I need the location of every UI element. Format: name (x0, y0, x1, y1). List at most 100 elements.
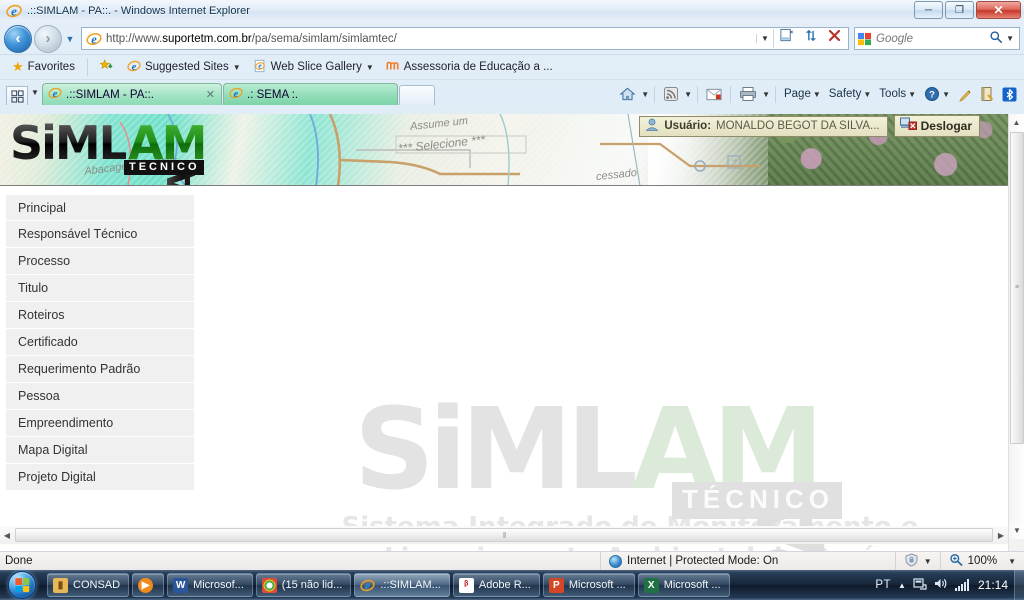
action-center-icon[interactable] (913, 577, 927, 594)
taskbar-item-consad[interactable]: ▮ CONSAD (47, 573, 130, 597)
tab-sema[interactable]: e .: SEMA :. (223, 83, 398, 105)
taskbar-item-adobe-reader[interactable]: ᵝ Adobe R... (452, 573, 540, 597)
taskbar-item-label: (15 não lid... (281, 579, 343, 591)
feeds-button[interactable] (660, 85, 682, 103)
sidebar-item-mapa-digital[interactable]: Mapa Digital (6, 437, 194, 464)
onenote-button[interactable] (955, 85, 975, 103)
search-box[interactable]: Google ▼ (854, 27, 1020, 50)
add-to-favorites-bar-button[interactable] (96, 58, 119, 77)
scroll-left-button[interactable]: ◀ (0, 531, 14, 540)
protected-mode-button[interactable]: ▼ (894, 551, 940, 571)
read-mail-button[interactable] (703, 87, 725, 102)
page-menu-label: Page (783, 88, 811, 100)
divider (730, 85, 732, 103)
taskbar-item-word[interactable]: W Microsof... (167, 573, 253, 597)
horizontal-scrollbar[interactable]: ◀ ‖ ▶ (0, 526, 1008, 544)
taskbar-item-simlam[interactable]: e .::SIMLAM... (354, 573, 450, 597)
stop-button[interactable] (822, 28, 846, 49)
minimize-button[interactable]: ─ (914, 1, 943, 19)
show-desktop-button[interactable] (1014, 570, 1024, 600)
add-favorite-icon (99, 58, 115, 76)
tab-simlam[interactable]: e .::SIMLAM - PA::. ✕ (42, 83, 222, 105)
volume-icon[interactable] (934, 577, 948, 593)
vertical-scroll-thumb[interactable]: ≡ (1010, 132, 1024, 444)
favorite-web-slice-gallery[interactable]: e Web Slice Gallery ▼ (249, 58, 378, 77)
favorite-suggested-sites[interactable]: e Suggested Sites ▼ (123, 58, 245, 77)
forward-button[interactable]: › (34, 24, 62, 53)
home-dropdown-button[interactable]: ▼ (641, 90, 649, 99)
sidebar-item-empreendimento[interactable]: Empreendimento (6, 410, 194, 437)
logout-button[interactable]: Deslogar (893, 115, 980, 137)
home-button[interactable] (616, 85, 639, 103)
refresh-button[interactable] (798, 28, 822, 49)
search-input[interactable]: Google (872, 33, 989, 45)
search-submit-icon[interactable] (989, 30, 1003, 47)
compatibility-view-button[interactable] (774, 28, 798, 49)
print-button[interactable] (736, 85, 760, 103)
address-dropdown-button[interactable]: ▼ (756, 34, 773, 43)
sidebar-item-certificado[interactable]: Certificado (6, 329, 194, 356)
favorite-assessoria-educacao[interactable]: Assessoria de Educação a ... (382, 58, 557, 77)
star-icon: ★ (12, 59, 24, 74)
tab-list-dropdown-button[interactable]: ▼ (28, 88, 42, 97)
help-button[interactable]: ? ▼ (921, 85, 953, 103)
chrome-icon (261, 577, 277, 593)
window-controls: ─ ❐ ✕ (914, 1, 1021, 19)
back-button[interactable]: ‹ (4, 24, 32, 53)
sidebar-item-roteiros[interactable]: Roteiros (6, 302, 194, 329)
sidebar-item-titulo[interactable]: Titulo (6, 275, 194, 302)
user-bar: Usuário: MONALDO BEGOT DA SILVA... Deslo… (639, 115, 980, 137)
restore-button[interactable]: ❐ (945, 1, 974, 19)
new-tab-button[interactable] (399, 85, 435, 105)
bluetooth-button[interactable] (999, 86, 1020, 103)
sidebar-item-principal[interactable]: Principal (6, 194, 194, 221)
refresh-icon (805, 29, 816, 42)
tools-menu-button[interactable]: Tools ▼ (876, 87, 919, 101)
favorites-button[interactable]: ★ Favorites (8, 58, 79, 76)
sidebar-item-requerimento-padrao[interactable]: Requerimento Padrão (6, 356, 194, 383)
tab-close-button[interactable]: ✕ (206, 88, 215, 101)
feeds-dropdown-button[interactable]: ▼ (684, 90, 692, 99)
network-signal-icon[interactable] (954, 579, 969, 591)
security-zone[interactable]: Internet | Protected Mode: On (600, 551, 786, 571)
taskbar-item-media-player[interactable]: ▶ (132, 573, 165, 597)
clock[interactable]: 21:14 (976, 578, 1008, 592)
scroll-up-button[interactable]: ▲ (1009, 114, 1024, 131)
sidebar-item-label: Pessoa (18, 389, 60, 403)
quick-tabs-button[interactable] (6, 86, 28, 105)
address-bar[interactable]: e http://www.suportetm.com.br/pa/sema/si… (81, 27, 849, 50)
horizontal-scroll-thumb[interactable]: ‖ (15, 528, 993, 542)
navigation-bar: ‹ › ▼ e http://www.suportetm.com.br/pa/s… (0, 22, 1024, 54)
close-button[interactable]: ✕ (976, 1, 1021, 19)
watermark-state-text: PA (739, 492, 846, 557)
sidebar-item-responsavel-tecnico[interactable]: Responsável Técnico (6, 221, 194, 248)
taskbar-item-chrome[interactable]: (15 não lid... (255, 573, 352, 597)
page-viewport: ? Abacagem de itens Assume um *** Seleci… (0, 114, 1024, 557)
page-menu-button[interactable]: Page ▼ (781, 87, 824, 101)
sidebar-item-pessoa[interactable]: Pessoa (6, 383, 194, 410)
vertical-scrollbar[interactable]: ▲ ≡ ▼ (1008, 114, 1024, 557)
start-button[interactable] (0, 570, 44, 600)
taskbar-item-powerpoint[interactable]: P Microsoft ... (542, 573, 635, 597)
search-dropdown-button[interactable]: ▼ (1003, 34, 1017, 43)
chevron-up-icon: ▲ (898, 580, 906, 590)
command-bar: ▼ ▼ ▼ Page ▼ Safety ▼ Tools ▼ ? ▼ (616, 85, 1020, 103)
sidebar-item-processo[interactable]: Processo (6, 248, 194, 275)
language-indicator[interactable]: PT (875, 579, 891, 591)
page-body: SiMLAM PA TÉCNICO Sistema Integrado de M… (0, 186, 1024, 557)
zoom-control[interactable]: 100% ▼ (939, 551, 1024, 571)
simlam-logo: SiMLAM PA TECNICO (6, 116, 256, 185)
favorite-label: Suggested Sites (144, 61, 229, 73)
taskbar-item-excel[interactable]: X Microsoft ... (637, 573, 730, 597)
scroll-down-button[interactable]: ▼ (1009, 522, 1024, 539)
show-hidden-icons-button[interactable]: ▲ (898, 581, 906, 590)
scroll-right-button[interactable]: ▶ (994, 531, 1008, 540)
print-dropdown-button[interactable]: ▼ (762, 90, 770, 99)
sidebar-item-projeto-digital[interactable]: Projeto Digital (6, 464, 194, 491)
chevron-down-icon: ▼ (232, 62, 241, 72)
recent-pages-button[interactable]: ▼ (62, 34, 78, 44)
safety-menu-button[interactable]: Safety ▼ (826, 87, 875, 101)
security-zone-label: Internet | Protected Mode: On (627, 555, 779, 567)
research-button[interactable] (977, 85, 997, 103)
sidebar-item-label: Processo (18, 254, 71, 268)
